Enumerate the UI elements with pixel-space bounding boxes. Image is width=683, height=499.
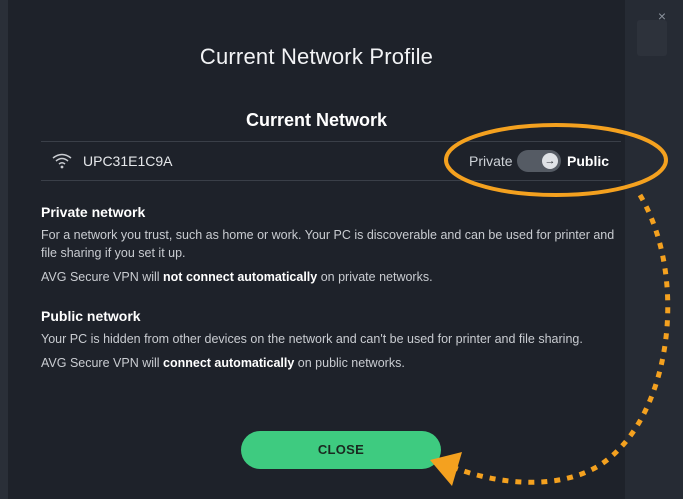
private-vpn-emphasis: not connect automatically — [163, 270, 318, 284]
current-network-row: UPC31E1C9A Private → Public — [41, 141, 621, 181]
background-panel-right — [625, 0, 683, 499]
public-network-info: Public network Your PC is hidden from ot… — [41, 308, 631, 372]
public-network-description: Your PC is hidden from other devices on … — [41, 332, 583, 346]
close-icon[interactable]: × — [655, 9, 669, 23]
toggle-label-private[interactable]: Private — [469, 153, 513, 169]
close-button[interactable]: CLOSE — [241, 431, 441, 469]
private-network-info: Private network For a network you trust,… — [41, 204, 631, 286]
section-title: Current Network — [245, 110, 388, 130]
toggle-label-public[interactable]: Public — [567, 153, 609, 169]
network-profile-toggle-group: Private → Public — [461, 150, 621, 174]
public-vpn-emphasis: connect automatically — [163, 356, 295, 370]
private-network-description: For a network you trust, such as home or… — [41, 228, 615, 260]
dialog-title: Current Network Profile — [199, 44, 434, 69]
public-network-vpn-note: AVG Secure VPN will connect automaticall… — [41, 356, 405, 370]
network-profile-toggle[interactable]: → — [517, 150, 561, 172]
arrow-right-icon: → — [542, 153, 558, 169]
network-profile-dialog: Current Network Profile Current Network … — [8, 0, 625, 499]
background-panel-left — [0, 0, 8, 499]
public-network-heading: Public network — [41, 308, 141, 324]
wifi-icon — [52, 153, 72, 169]
network-name: UPC31E1C9A — [83, 153, 173, 169]
private-network-vpn-note: AVG Secure VPN will not connect automati… — [41, 270, 433, 284]
background-strip — [637, 20, 667, 56]
private-network-heading: Private network — [41, 204, 146, 220]
